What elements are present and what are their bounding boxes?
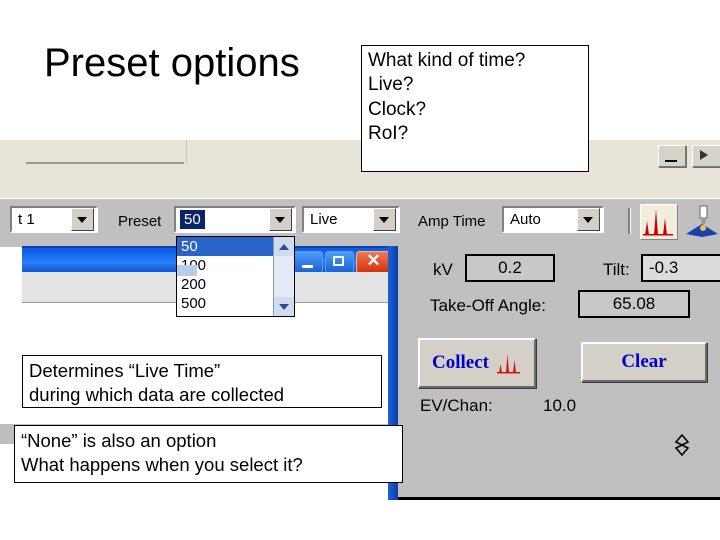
minimize-icon[interactable] — [294, 251, 323, 273]
ev-chan-label: EV/Chan: — [420, 396, 493, 415]
callout-live-time: Determines “Live Time” during which data… — [22, 355, 382, 408]
preset-dropdown-items: 50 100 200 500 — [177, 237, 273, 316]
collect-button[interactable]: Collect — [418, 338, 536, 388]
chevron-down-icon[interactable] — [373, 208, 396, 231]
close-icon[interactable] — [356, 251, 391, 273]
tilt-label: Tilt: — [603, 260, 630, 279]
kv-value[interactable]: 0.2 — [465, 254, 555, 282]
spectrum-icon — [496, 352, 522, 374]
callout-none-line-1: What happens when you select it? — [21, 453, 303, 475]
clear-button-label: Clear — [621, 351, 667, 372]
application-toolbar: t 1 Preset 50 Live Amp Time Auto — [0, 198, 720, 247]
toolbar-separator — [628, 208, 631, 234]
ev-chan-value: 10.0 — [543, 396, 577, 415]
minimize-button-small[interactable] — [658, 145, 686, 167]
scrollbar-thumb[interactable] — [177, 265, 197, 276]
time-mode-value: Live — [310, 211, 338, 228]
chevron-down-icon[interactable] — [577, 208, 600, 231]
chevron-down-icon[interactable] — [269, 208, 292, 231]
maximize-icon[interactable] — [325, 251, 354, 273]
take-off-angle-value[interactable]: 65.08 — [578, 290, 690, 318]
spinner-icon[interactable] — [674, 433, 690, 457]
callout-time-question: What kind of time? Live? Clock? RoI? — [361, 45, 589, 172]
clear-button[interactable]: Clear — [581, 342, 707, 382]
detector-settings-panel: kV 0.2 Tilt: -0.3 Take-Off Angle: 65.08 … — [398, 246, 720, 500]
amp-time-combobox[interactable]: Auto — [502, 206, 604, 233]
callout-time-line-1: Live? — [368, 74, 414, 96]
preset-option-3[interactable]: 500 — [177, 294, 273, 313]
restore-button-small[interactable] — [692, 145, 720, 167]
take-off-angle-label: Take-Off Angle: — [430, 296, 546, 315]
callout-time-line-0: What kind of time? — [368, 50, 526, 71]
chevron-down-icon[interactable] — [71, 208, 94, 231]
kv-label: kV — [433, 260, 453, 279]
preset-option-0[interactable]: 50 — [177, 237, 273, 256]
preset-dropdown-list[interactable]: 50 100 200 500 — [176, 236, 295, 317]
callout-time-line-3: RoI? — [368, 122, 409, 144]
app-background-band — [0, 140, 720, 198]
spectrum-icon[interactable] — [640, 204, 678, 240]
tilt-value[interactable]: -0.3 — [641, 254, 720, 282]
callout-time-line-2: Clock? — [368, 98, 427, 120]
preset-label: Preset — [118, 213, 162, 230]
preset-combobox-value: 50 — [180, 210, 205, 229]
set-combobox[interactable]: t 1 — [10, 206, 98, 233]
dropdown-scrollbar[interactable] — [177, 237, 294, 316]
set-combobox-value: t 1 — [18, 211, 35, 228]
amp-time-label: Amp Time — [418, 213, 486, 230]
callout-none-option: “None” is also an option What happens wh… — [14, 425, 403, 483]
time-mode-combobox[interactable]: Live — [302, 206, 400, 233]
callout-live-line-0: Determines “Live Time” — [29, 360, 221, 381]
panel-divider-line — [26, 162, 184, 164]
collect-button-label: Collect — [432, 352, 489, 373]
scroll-down-icon[interactable] — [274, 297, 294, 316]
page-title: Preset options — [44, 41, 300, 85]
callout-none-line-0: “None” is also an option — [21, 430, 217, 451]
scroll-up-icon[interactable] — [274, 237, 294, 256]
preset-option-2[interactable]: 200 — [177, 275, 273, 294]
callout-live-line-1: during which data are collected — [29, 383, 285, 405]
probe-icon[interactable] — [684, 204, 720, 238]
amp-time-value: Auto — [510, 211, 541, 228]
panel-divider-line-vertical — [186, 140, 187, 164]
preset-combobox[interactable]: 50 — [174, 206, 296, 233]
